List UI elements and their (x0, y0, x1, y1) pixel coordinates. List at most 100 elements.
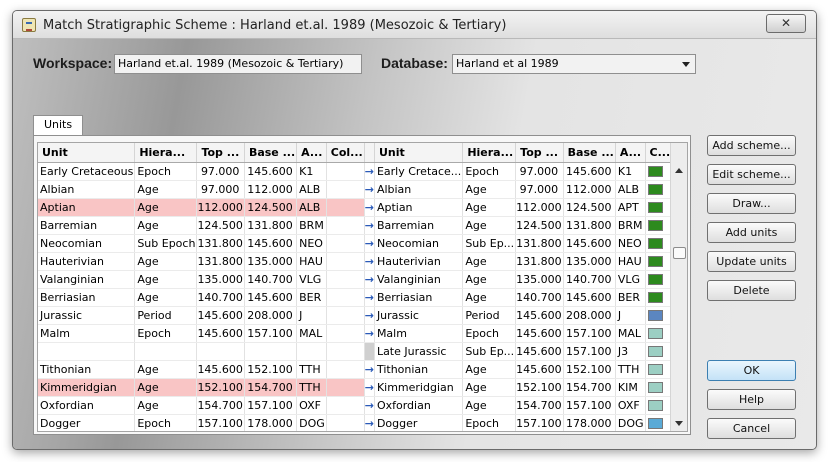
chevron-down-icon[interactable] (682, 62, 690, 67)
link-arrow-icon[interactable]: → (364, 396, 375, 415)
table-row[interactable]: Oxfordian Age 154.700 157.100 OXF → Oxfordian A… (38, 396, 687, 415)
link-arrow-icon[interactable]: → (364, 288, 375, 307)
left-header-color[interactable]: Col... (326, 143, 365, 163)
right-hierarchy-cell: Age (462, 216, 517, 235)
ok-button[interactable]: OK (707, 360, 796, 381)
table-row[interactable]: Late JurassicSub Ep...145.600157.100J30 (38, 342, 687, 361)
right-color-cell (645, 288, 673, 307)
link-arrow-icon[interactable]: → (364, 234, 375, 253)
right-top-cell: 135.000 (515, 270, 564, 289)
edit-scheme-button[interactable]: Edit scheme... (707, 164, 796, 185)
right-header-top[interactable]: Top ... (515, 143, 564, 163)
database-dropdown[interactable]: Harland et al 1989 (452, 54, 696, 74)
right-color-cell (645, 324, 673, 343)
left-base-cell: 131.800 (244, 216, 298, 235)
right-hierarchy-cell: Epoch (462, 162, 517, 181)
scroll-up-icon[interactable] (675, 168, 683, 173)
table-row[interactable]: Early Cretaceous Epoch 97.000 145.600 K1 → Ear… (38, 162, 687, 181)
right-abbrev-cell: J3 (615, 342, 646, 361)
left-base-cell: 208.000 (244, 306, 298, 325)
link-arrow-icon[interactable]: → (364, 414, 375, 431)
cancel-button[interactable]: Cancel (707, 418, 796, 439)
right-header-unit[interactable]: Unit (374, 143, 464, 163)
right-header-abbrev[interactable]: A... (615, 143, 646, 163)
add-scheme-button[interactable]: Add scheme... (707, 135, 796, 156)
table-row[interactable]: Berriasian Age 140.700 145.600 BER → Berriasia… (38, 288, 687, 307)
table-row[interactable]: Albian Age 97.000 112.000 ALB → Albian Age 97.00… (38, 180, 687, 199)
right-abbrev-cell: J (615, 306, 646, 325)
right-color-cell (645, 414, 673, 431)
link-arrow-icon[interactable]: → (364, 180, 375, 199)
table-row[interactable]: Hauterivian Age 131.800 135.000 HAU → Hauteriv… (38, 252, 687, 271)
help-button[interactable]: Help (707, 389, 796, 410)
left-unit-cell: Tithonian (38, 360, 136, 379)
left-header-unit[interactable]: Unit (38, 143, 136, 163)
right-hierarchy-cell: Age (462, 252, 517, 271)
scroll-down-icon[interactable] (675, 421, 683, 426)
color-swatch (647, 238, 663, 249)
link-arrow-icon[interactable]: → (364, 216, 375, 235)
left-header-hierarchy[interactable]: Hiera... (134, 143, 198, 163)
delete-button[interactable]: Delete (707, 280, 796, 301)
table-row[interactable]: Dogger Epoch 157.100 178.000 DOG → Dogger Epoch… (38, 414, 687, 431)
right-header-hierarchy[interactable]: Hiera... (462, 143, 517, 163)
scroll-thumb[interactable] (673, 247, 686, 259)
left-top-cell: 131.800 (196, 252, 245, 271)
tab-units[interactable]: Units (33, 115, 83, 135)
draw-button[interactable]: Draw... (707, 193, 796, 214)
left-base-cell: 145.600 (244, 288, 298, 307)
right-header-color[interactable]: C... (645, 143, 673, 163)
table-row[interactable]: Tithonian Age 145.600 152.100 TTH → Tithonian A… (38, 360, 687, 379)
right-color-cell (645, 306, 673, 325)
right-unit-cell: Neocomian (374, 234, 464, 253)
left-abbrev-cell: TTH (296, 360, 327, 379)
right-hierarchy-cell: Age (462, 180, 517, 199)
left-unit-cell: Malm (38, 324, 136, 343)
left-header-base[interactable]: Base ... (244, 143, 298, 163)
link-arrow-icon[interactable]: → (364, 270, 375, 289)
link-arrow-icon[interactable]: → (364, 360, 375, 379)
add-units-button[interactable]: Add units (707, 222, 796, 243)
left-unit-cell: Neocomian (38, 234, 136, 253)
right-top-cell: 140.700 (515, 288, 564, 307)
table-row[interactable]: Malm Epoch 145.600 157.100 MAL → Malm Epoch 145.… (38, 324, 687, 343)
left-color-cell (326, 270, 365, 289)
units-panel: Unit Hiera... Top ... Base ... A... Col.… (33, 135, 691, 435)
left-top-cell: 145.600 (196, 306, 245, 325)
link-arrow-icon[interactable]: → (364, 378, 375, 397)
right-base-cell: 157.100 (563, 342, 616, 361)
vertical-scrollbar[interactable] (670, 143, 687, 431)
table-row[interactable]: Jurassic Period 145.600 208.000 J → Jurassic Pe… (38, 306, 687, 325)
link-arrow-icon[interactable]: → (364, 324, 375, 343)
left-abbrev-cell: ALB (296, 180, 327, 199)
left-base-cell: 112.000 (244, 180, 298, 199)
units-table: Unit Hiera... Top ... Base ... A... Col.… (38, 143, 687, 431)
close-button[interactable]: ✕ (766, 14, 806, 33)
left-color-cell (326, 198, 365, 217)
right-abbrev-cell: OXF (615, 396, 646, 415)
left-unit-cell: Barremian (38, 216, 136, 235)
table-row[interactable]: Aptian Age 112.000 124.500 ALB → Aptian Age 112.… (38, 198, 687, 217)
left-top-cell: 154.700 (196, 396, 245, 415)
workspace-field[interactable]: Harland et.al. 1989 (Mesozoic & Tertiary… (114, 54, 362, 74)
left-header-top[interactable]: Top ... (196, 143, 245, 163)
right-header-base[interactable]: Base ... (563, 143, 616, 163)
table-row[interactable]: Kimmeridgian Age 152.100 154.700 TTH → Kimmeri… (38, 378, 687, 397)
left-abbrev-cell: K1 (296, 162, 327, 181)
update-units-button[interactable]: Update units (707, 251, 796, 272)
left-hierarchy-cell: Epoch (134, 324, 198, 343)
left-color-cell (326, 396, 365, 415)
right-hierarchy-cell: Age (462, 396, 517, 415)
right-base-cell: 112.000 (563, 180, 616, 199)
table-row[interactable]: Barremian Age 124.500 131.800 BRM → Barremian A… (38, 216, 687, 235)
right-base-cell: 145.600 (563, 162, 616, 181)
link-empty-cell[interactable] (364, 342, 375, 361)
link-arrow-icon[interactable]: → (364, 162, 375, 181)
right-top-cell: 97.000 (515, 180, 564, 199)
link-arrow-icon[interactable]: → (364, 252, 375, 271)
link-arrow-icon[interactable]: → (364, 198, 375, 217)
left-header-abbrev[interactable]: A... (296, 143, 327, 163)
table-row[interactable]: Neocomian Sub Epoch 131.800 145.600 NEO → Neoc… (38, 234, 687, 253)
link-arrow-icon[interactable]: → (364, 306, 375, 325)
table-row[interactable]: Valanginian Age 135.000 140.700 VLG → Valangin… (38, 270, 687, 289)
